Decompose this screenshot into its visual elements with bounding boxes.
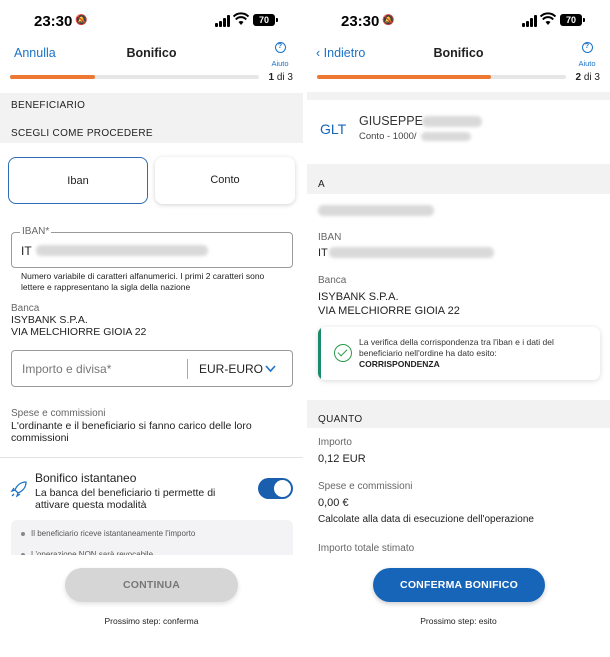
amount-placeholder: Importo e divisa* [22, 362, 112, 376]
battery-icon: 70 [560, 14, 585, 26]
verification-result: CORRISPONDENZA [359, 359, 440, 369]
instant-info-box: Il beneficiario riceve istantaneamente l… [11, 520, 293, 560]
card-accent-bar [318, 327, 321, 380]
bank-address: VIA MELCHIORRE GIOIA 22 [11, 326, 147, 338]
option-conto[interactable]: Conto [155, 157, 295, 204]
cellular-signal-icon [215, 15, 231, 27]
continue-button[interactable]: CONTINUA [65, 568, 238, 602]
check-circle-icon [334, 344, 352, 362]
progress-fill [317, 75, 492, 79]
amount-field[interactable]: Importo e divisa* EUR-EURO [11, 350, 293, 387]
verification-text: La verifica della corrispondenza tra l'i… [359, 337, 554, 358]
status-time: 23:30 [34, 13, 73, 30]
instant-transfer-title: Bonifico istantaneo [35, 471, 137, 485]
status-time: 23:30 [341, 13, 380, 30]
progress-bar [317, 75, 566, 79]
help-icon: ? [581, 42, 593, 53]
fees-label: Spese e commissioni [11, 408, 106, 419]
bank-name: ISYBANK S.P.A. [11, 314, 88, 326]
bell-muted-icon: 🔕 [75, 15, 88, 26]
step-total: di 3 [276, 72, 293, 83]
wifi-icon [233, 12, 249, 25]
step-indicator: 1 di 3 [269, 72, 293, 83]
step-current: 1 [268, 72, 275, 83]
next-step-text: Prossimo step: conferma [104, 616, 199, 626]
step-indicator: 2 di 3 [576, 72, 600, 83]
bell-muted-icon: 🔕 [382, 15, 395, 26]
step-total: di 3 [583, 72, 600, 83]
choose-method-label: SCEGLI COME PROCEDERE [11, 128, 153, 139]
rocket-icon [10, 481, 27, 498]
chevron-down-icon[interactable] [265, 365, 276, 373]
recipient-initials: GLT [320, 121, 347, 137]
beneficiary-name-redacted [318, 205, 434, 216]
total-label: Importo totale stimato [318, 543, 415, 554]
iban-value-redacted [36, 245, 208, 256]
fees-label: Spese e commissioni [318, 481, 413, 492]
iban-prefix: IT [21, 244, 32, 258]
progress-fill [10, 75, 95, 79]
phone-step-1: 23:30 🔕 70 Annulla Bonifico ? Aiuto 1 di… [0, 0, 303, 657]
screenshot-pair: 23:30 🔕 70 Annulla Bonifico ? Aiuto 1 di… [0, 0, 610, 657]
iban-field[interactable]: IBAN* IT [11, 226, 293, 268]
fees-note: Calcolate alla data di esecuzione dell'o… [318, 514, 534, 525]
nav-bar: Annulla Bonifico ? Aiuto [0, 42, 303, 68]
recipient-name: GIUSEPPE [359, 114, 423, 128]
instant-transfer-text: La banca del beneficiario ti permette di… [35, 487, 216, 511]
fees-text: L'ordinante e il beneficiario si fanno c… [11, 420, 252, 444]
iban-prefix: IT [318, 247, 328, 259]
amount-value: 0,12 EUR [318, 453, 366, 465]
progress-bar [10, 75, 259, 79]
recipient-surname-redacted [422, 116, 482, 127]
phone-step-2: 23:30 🔕 70 ‹ Indietro Bonifico ? Aiuto 2… [307, 0, 610, 657]
help-label: Aiuto [271, 59, 289, 68]
battery-icon: 70 [253, 14, 278, 26]
page-title: Bonifico [126, 46, 177, 60]
field-divider [187, 359, 188, 379]
step-current: 2 [575, 72, 582, 83]
next-step-text: Prossimo step: esito [420, 616, 497, 626]
iban-verification-card: La verifica della corrispondenza tra l'i… [318, 327, 600, 380]
bank-address: VIA MELCHIORRE GIOIA 22 [318, 305, 460, 317]
help-button[interactable]: ? Aiuto [267, 42, 293, 71]
confirm-transfer-button[interactable]: CONFERMA BONIFICO [373, 568, 545, 602]
section-band [307, 92, 610, 100]
currency-select[interactable]: EUR-EURO [199, 362, 263, 376]
account-number-redacted [421, 132, 471, 141]
recipient-account: Conto - 1000/ [359, 131, 417, 142]
iban-field-label: IBAN* [20, 226, 52, 237]
help-icon: ? [274, 42, 286, 53]
info-bullet: Il beneficiario riceve istantaneamente l… [21, 529, 195, 538]
beneficiary-section-label: BENEFICIARIO [11, 100, 86, 111]
section-band [307, 164, 610, 194]
iban-label: IBAN [318, 232, 342, 243]
divider [0, 457, 303, 458]
fees-value: 0,00 € [318, 497, 349, 509]
help-label: Aiuto [578, 59, 596, 68]
how-much-section-label: QUANTO [318, 414, 363, 425]
status-bar: 23:30 🔕 70 [0, 0, 303, 42]
to-section-label: A [318, 179, 325, 190]
wifi-icon [540, 12, 556, 25]
option-iban[interactable]: Iban [8, 157, 148, 204]
iban-hint: Numero variabile di caratteri alfanumeri… [21, 271, 265, 292]
page-title: Bonifico [433, 46, 484, 60]
bank-label: Banca [318, 275, 347, 286]
help-button[interactable]: ? Aiuto [574, 42, 600, 71]
nav-bar: ‹ Indietro Bonifico ? Aiuto [307, 42, 610, 68]
status-bar: 23:30 🔕 70 [307, 0, 610, 42]
instant-transfer-toggle[interactable] [258, 478, 293, 499]
cellular-signal-icon [522, 15, 538, 27]
bank-name: ISYBANK S.P.A. [318, 291, 399, 303]
amount-label: Importo [318, 437, 352, 448]
iban-value-redacted [329, 247, 494, 258]
